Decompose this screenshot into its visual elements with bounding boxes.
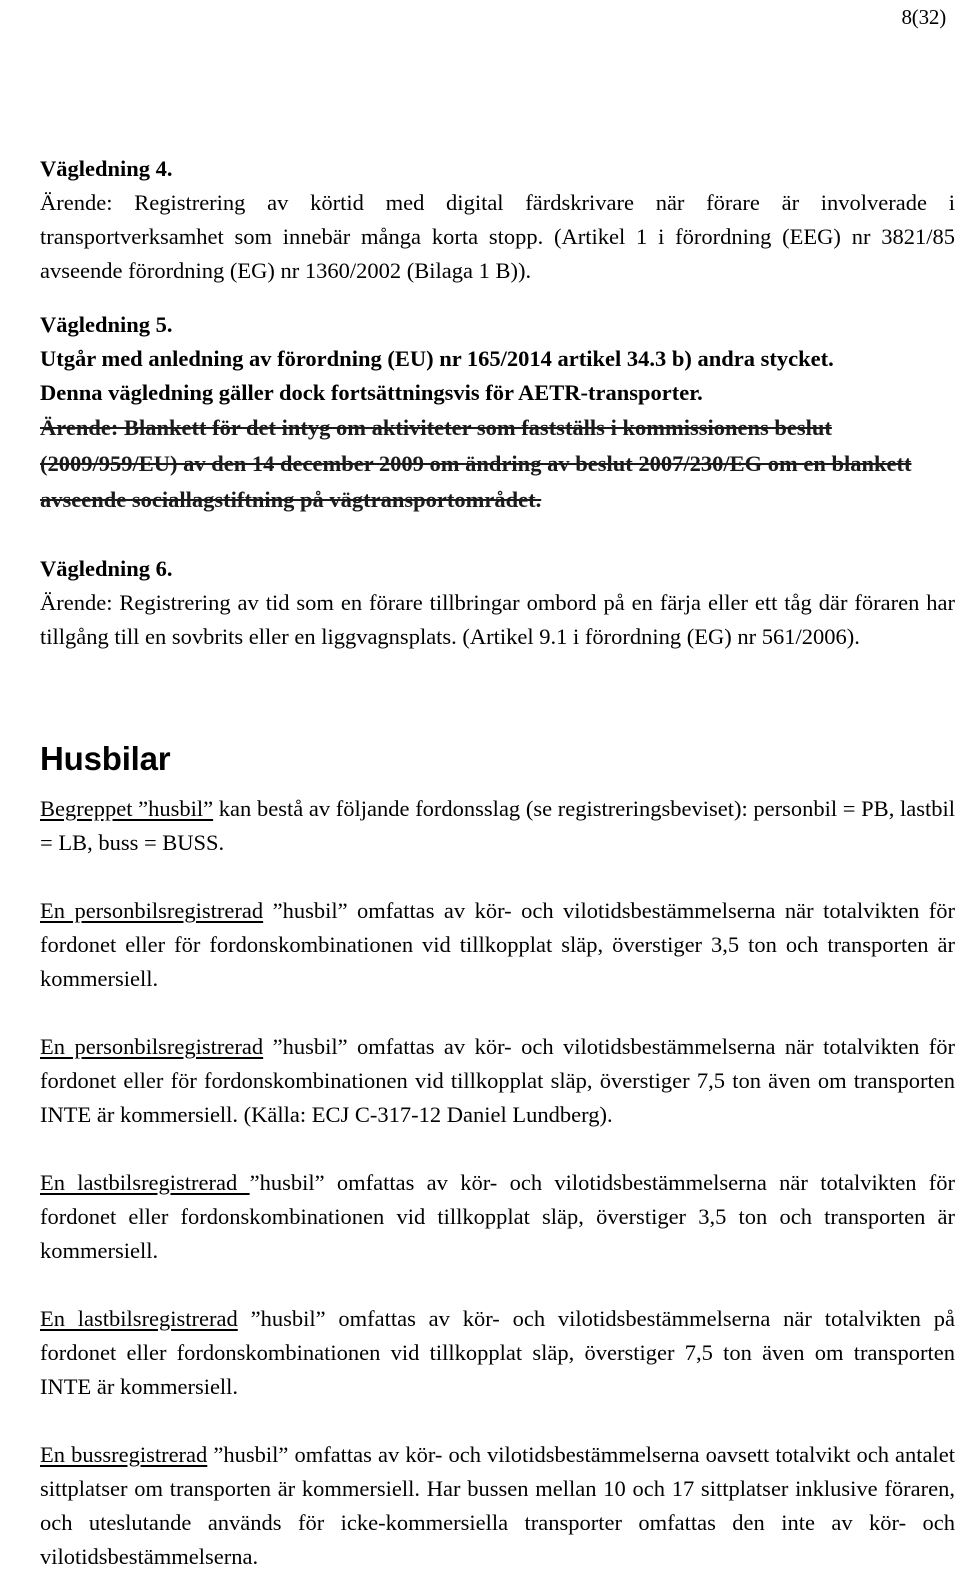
husbilar-paragraph: En personbilsregistrerad ”husbil” omfatt… — [40, 1030, 955, 1132]
vagledning-6-heading: Vägledning 6. — [40, 556, 173, 581]
vagledning-5-struck-text: Ärende: Blankett för det intyg om aktivi… — [40, 415, 912, 512]
section-vagledning-5: Vägledning 5. Utgår med anledning av för… — [40, 308, 955, 518]
vagledning-4-heading: Vägledning 4. — [40, 156, 173, 181]
husbilar-paragraph: En lastbilsregistrerad ”husbil” omfattas… — [40, 1302, 955, 1404]
vagledning-5-heading: Vägledning 5. — [40, 312, 173, 337]
section-vagledning-6: Vägledning 6. Ärende: Registrering av ti… — [40, 552, 955, 654]
paragraph-underlined-lead: En lastbilsregistrerad — [40, 1170, 250, 1195]
husbilar-intro-paragraph: Begreppet ”husbil” kan bestå av följande… — [40, 792, 955, 860]
husbilar-paragraph: En lastbilsregistrerad ”husbil” omfattas… — [40, 1166, 955, 1268]
paragraph-underlined-lead: En personbilsregistrerad — [40, 1034, 264, 1059]
vagledning-5-bold-line-2: Denna vägledning gäller dock fortsättnin… — [40, 380, 703, 405]
vagledning-5-bold-line-1: Utgår med anledning av förordning (EU) n… — [40, 346, 834, 371]
paragraph-underlined-lead: En personbilsregistrerad — [40, 898, 264, 923]
paragraph-underlined-lead: En bussregistrerad — [40, 1442, 208, 1467]
vagledning-4-body: Ärende: Registrering av körtid med digit… — [40, 190, 955, 283]
husbilar-paragraph: En bussregistrerad ”husbil” omfattas av … — [40, 1438, 955, 1574]
paragraph-underlined-lead: En lastbilsregistrerad — [40, 1306, 238, 1331]
husbilar-paragraph: En personbilsregistrerad ”husbil” omfatt… — [40, 894, 955, 996]
section-vagledning-4: Vägledning 4. Ärende: Registrering av kö… — [40, 152, 955, 288]
page-title-husbilar: Husbilar — [40, 740, 171, 777]
document-page: 8(32) Vägledning 4. Ärende: Registrering… — [0, 0, 960, 1569]
vagledning-6-body: Ärende: Registrering av tid som en förar… — [40, 590, 955, 649]
husbilar-intro-underlined-lead: Begreppet ”husbil” — [40, 796, 214, 821]
page-number: 8(32) — [901, 5, 947, 29]
document-body: Vägledning 4. Ärende: Registrering av kö… — [40, 152, 955, 1574]
